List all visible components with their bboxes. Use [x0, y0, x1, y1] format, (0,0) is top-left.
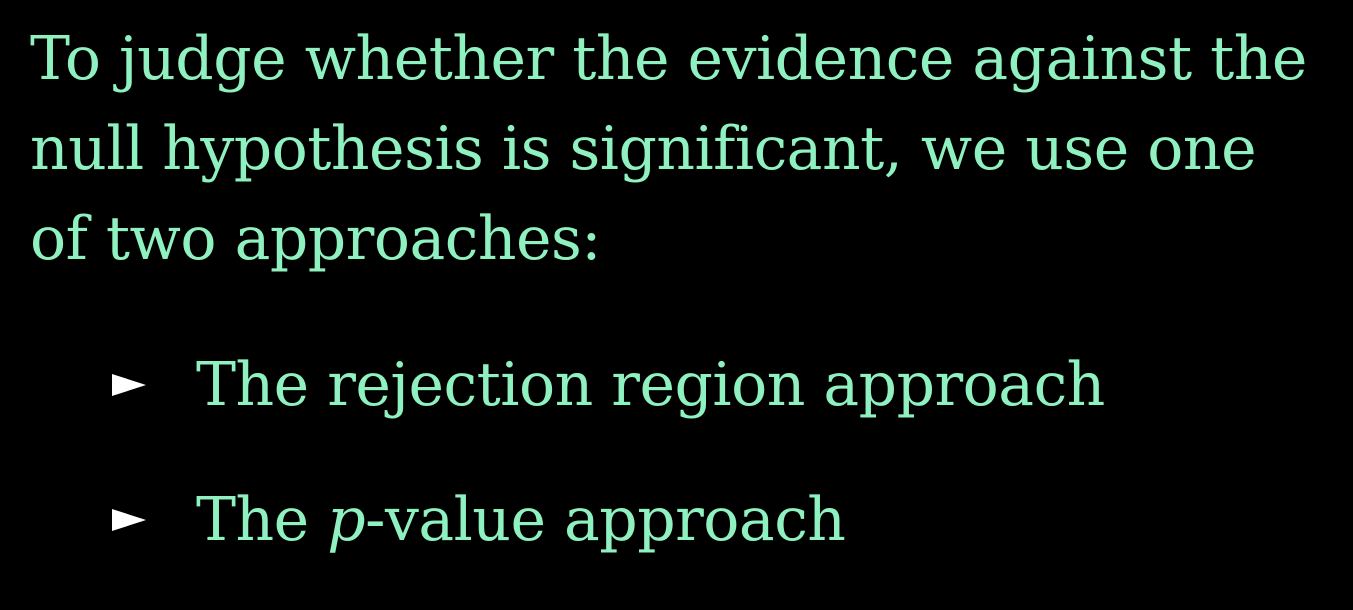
triangle-right-icon	[112, 374, 146, 396]
bullet-list: The rejection region approach The p-valu…	[112, 340, 1105, 610]
triangle-right-icon	[112, 509, 146, 531]
bullet-text-prefix: The	[196, 485, 328, 555]
bullet-text-suffix: -value approach	[365, 485, 846, 555]
bullet-text: The p-value approach	[196, 485, 846, 555]
p-variable: p	[327, 485, 366, 555]
bullet-item-rejection-region: The rejection region approach	[112, 340, 1105, 430]
bullet-item-p-value: The p-value approach	[112, 475, 1105, 565]
slide: To judge whether the evidence against th…	[0, 0, 1353, 581]
bullet-text: The rejection region approach	[196, 350, 1105, 420]
slide-intro-text: To judge whether the evidence against th…	[30, 24, 1307, 274]
